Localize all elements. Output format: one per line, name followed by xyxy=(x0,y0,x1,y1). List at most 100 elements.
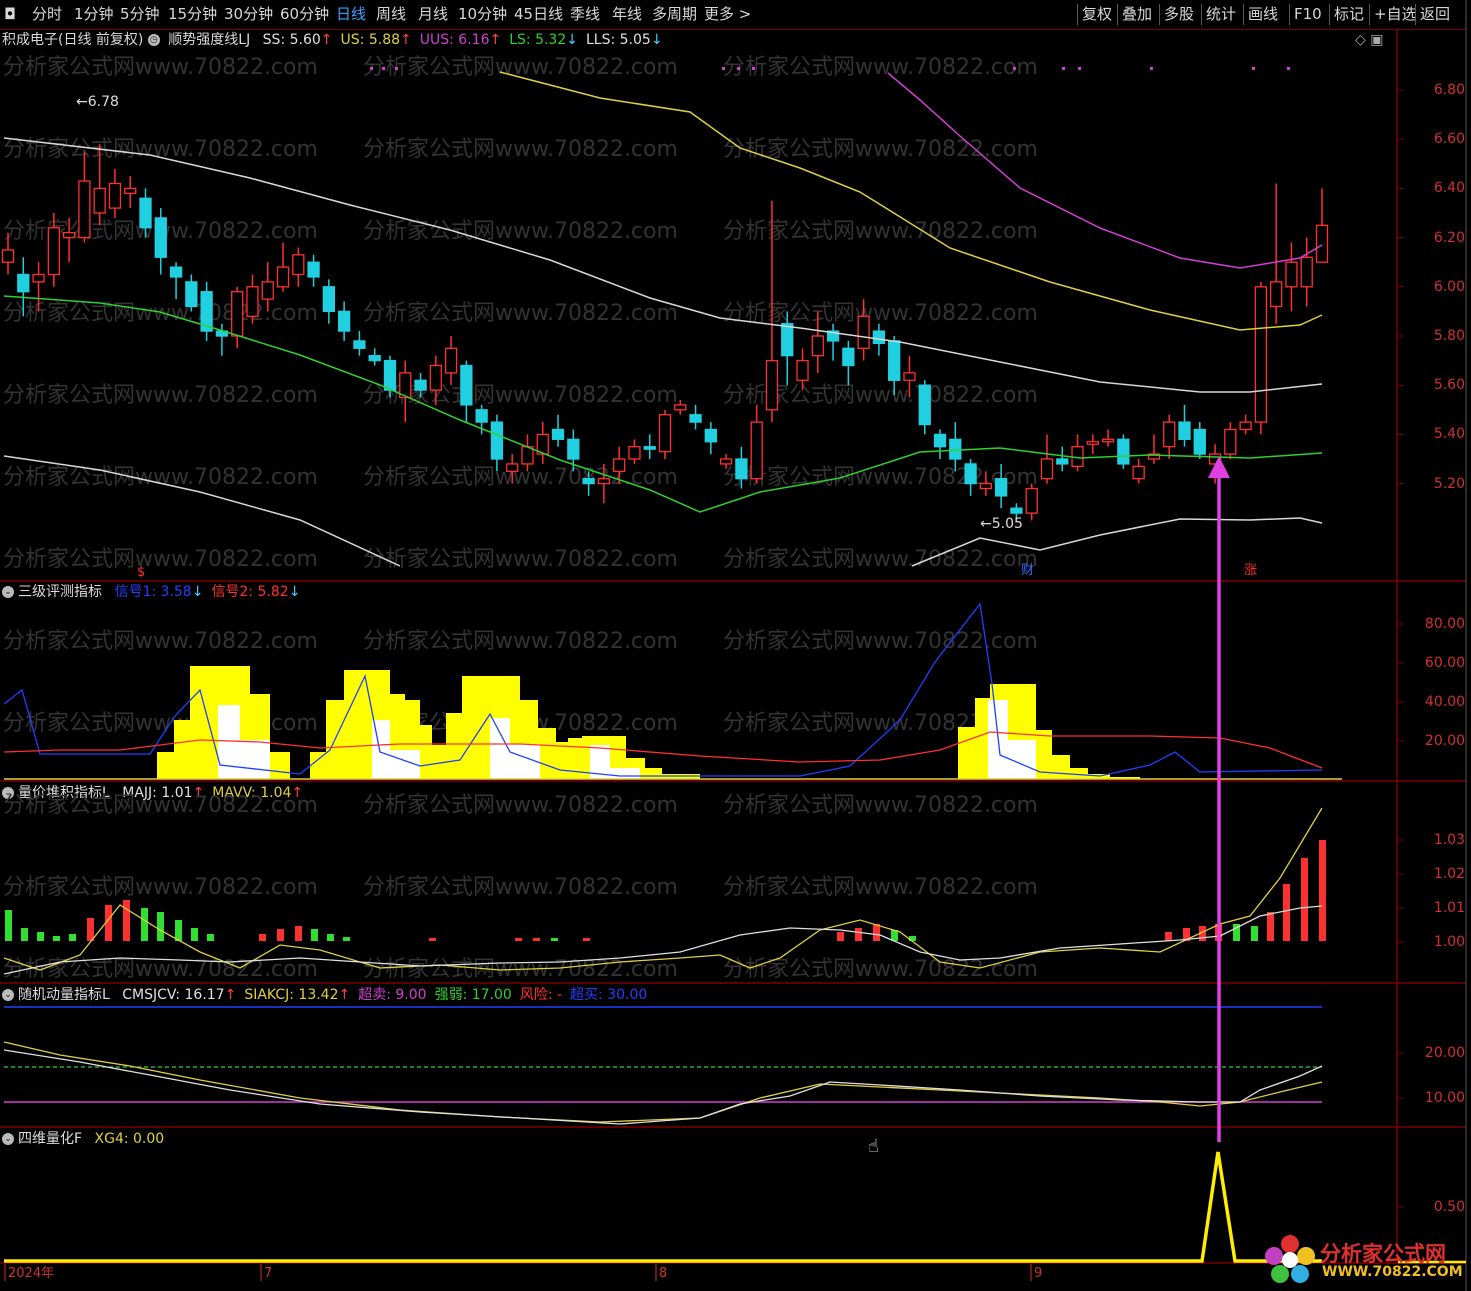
yellow-bar xyxy=(645,768,662,779)
time-tick-2: 8 xyxy=(659,1266,668,1281)
candle-body xyxy=(139,197,152,229)
signal-dot xyxy=(752,67,755,70)
candle-body xyxy=(842,347,855,367)
candle-body xyxy=(735,458,748,480)
candle-body xyxy=(903,372,916,381)
candle-body xyxy=(246,286,259,317)
price-tick-0: 6.80 xyxy=(1433,82,1465,98)
candle-body xyxy=(781,323,794,357)
candle-body xyxy=(796,359,809,381)
logo-url: WWW.70822.COM xyxy=(1322,1264,1463,1280)
p4-tick-0: 20.00 xyxy=(1424,1045,1465,1061)
white-bar xyxy=(490,718,510,779)
candle-body xyxy=(383,359,397,391)
candle-body xyxy=(154,217,167,258)
candle-body xyxy=(429,364,442,391)
candle-body xyxy=(17,273,30,293)
candle-body xyxy=(414,379,427,391)
volume-bar xyxy=(873,924,880,941)
yellow-bar xyxy=(556,742,568,779)
candle-body xyxy=(337,310,351,332)
time-tick-3: 9 xyxy=(1034,1266,1043,1281)
candle-body xyxy=(62,232,76,239)
volume-bar xyxy=(311,929,318,941)
candle-body xyxy=(1101,438,1115,443)
volume-bar xyxy=(1283,884,1290,941)
time-tick-1: 7 xyxy=(264,1266,273,1281)
volume-bar xyxy=(1301,858,1308,941)
volume-bar xyxy=(583,938,590,941)
candle-body xyxy=(719,458,733,465)
watermark-text: 分析家公式网www.70822.com xyxy=(3,711,318,736)
candle-body xyxy=(1163,421,1176,448)
candle-body xyxy=(276,266,290,288)
low-price-annotation: ←5.05 xyxy=(980,516,1023,532)
low-price-value: 5.05 xyxy=(991,516,1023,532)
volume-bar xyxy=(1165,932,1172,941)
candle-body xyxy=(1239,421,1252,431)
candle-body xyxy=(185,281,198,308)
watermark-text: 分析家公式网www.70822.com xyxy=(363,547,678,572)
watermark-text: 分析家公式网www.70822.com xyxy=(363,875,678,900)
volume-bar xyxy=(515,938,522,941)
candle-body xyxy=(918,384,931,426)
watermark-text: 分析家公式网www.70822.com xyxy=(723,875,1038,900)
yellow-bar xyxy=(1070,768,1088,779)
watermark-text: 分析家公式网www.70822.com xyxy=(3,383,318,408)
candle-body xyxy=(582,478,595,485)
candle-body xyxy=(490,421,504,460)
volume-bar xyxy=(1251,926,1258,941)
candle-body xyxy=(643,446,656,450)
candle-body xyxy=(1086,441,1099,445)
watermark-text: 分析家公式网www.70822.com xyxy=(723,547,1038,572)
watermark-text: 分析家公式网www.70822.com xyxy=(363,301,678,326)
volume-bar xyxy=(327,934,334,941)
volume-bar xyxy=(1319,840,1326,941)
watermark-text: 分析家公式网www.70822.com xyxy=(723,301,1038,326)
volume-bar xyxy=(191,928,198,941)
candle-body xyxy=(32,273,45,283)
watermark-text: 分析家公式网www.70822.com xyxy=(3,547,318,572)
kline-chart-canvas[interactable]: 分析家公式网www.70822.com 分析家公式网www.70822.com 分析… xyxy=(0,0,1471,1291)
candle-body xyxy=(613,458,626,472)
volume-bar xyxy=(53,936,60,941)
price-tick-4: 6.00 xyxy=(1433,278,1465,295)
p2-tick-0: 80.00 xyxy=(1424,616,1465,632)
candle-body xyxy=(750,421,763,480)
xg4-line xyxy=(4,1151,1322,1263)
candle-body xyxy=(108,182,122,209)
candle-body xyxy=(674,404,687,411)
candle-body xyxy=(857,315,870,349)
candle-body xyxy=(1040,458,1054,480)
candle-body xyxy=(1285,261,1298,288)
watermark-text: 分析家公式网www.70822.com xyxy=(723,629,1038,654)
volume-bar xyxy=(277,929,284,941)
event-marker-2[interactable]: 涨 xyxy=(1244,562,1257,580)
candle-body xyxy=(1178,421,1191,440)
signal-dot xyxy=(395,67,398,70)
price-tick-5: 5.80 xyxy=(1433,328,1465,344)
volume-bar xyxy=(5,910,12,941)
signal-dot xyxy=(737,67,740,70)
candle-body xyxy=(1193,428,1206,455)
watermark-text: 分析家公式网www.70822.com xyxy=(3,301,318,326)
candle-body xyxy=(1254,286,1268,423)
yellow-bar xyxy=(157,752,174,779)
candle-body xyxy=(567,438,580,460)
yellow-bar xyxy=(190,666,218,779)
event-marker-1[interactable]: 财 xyxy=(1021,562,1034,580)
volume-bar xyxy=(837,932,844,941)
p2-tick-2: 40.00 xyxy=(1424,694,1465,710)
event-marker-0[interactable]: $ xyxy=(137,564,145,582)
candle-body xyxy=(1025,487,1038,514)
watermark-text: 分析家公式网www.70822.com xyxy=(363,219,678,244)
signal-dot xyxy=(382,67,385,70)
p2-tick-1: 60.00 xyxy=(1424,655,1465,671)
high-price-annotation: ←6.78 xyxy=(76,94,119,110)
price-tick-8: 5.20 xyxy=(1433,475,1465,492)
candle-body xyxy=(460,364,473,406)
signal-dot xyxy=(370,67,373,70)
volume-bar xyxy=(1267,912,1274,941)
candle-body xyxy=(1132,465,1145,480)
p3-tick-1: 1.02 xyxy=(1433,866,1465,882)
